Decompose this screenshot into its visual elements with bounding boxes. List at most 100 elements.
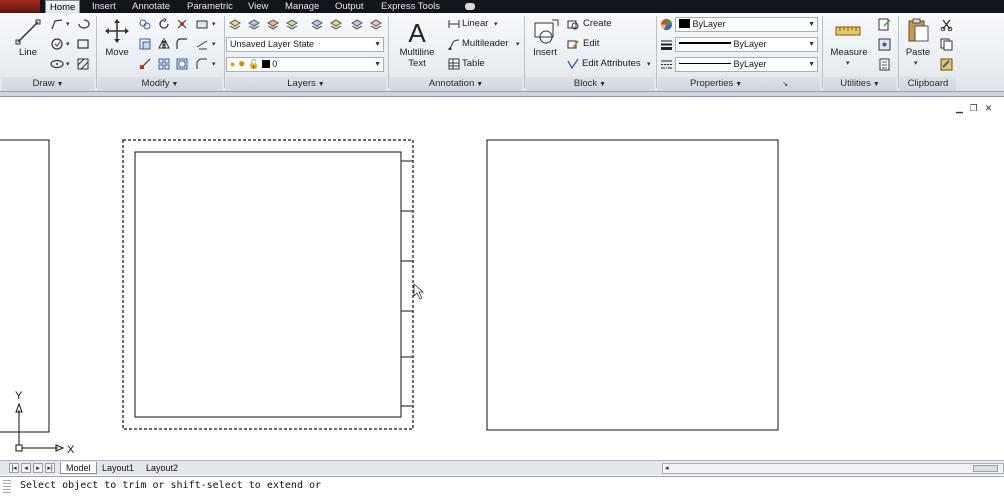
group-label-utilities[interactable]: Utilities ▼: [824, 77, 896, 91]
match-properties-icon[interactable]: [940, 58, 953, 71]
multiline-text-icon[interactable]: A: [402, 17, 432, 47]
group-label-layers[interactable]: Layers ▼: [226, 77, 386, 91]
current-layer-dropdown[interactable]: ● ✹ 🔓 0 ▼: [226, 57, 384, 72]
measure-button-label[interactable]: Measure: [826, 47, 872, 58]
layout-tab-layout1[interactable]: Layout1: [97, 462, 139, 474]
copy-objects-icon[interactable]: [138, 17, 152, 31]
layer-state-dropdown[interactable]: Unsaved Layer State ▼: [226, 37, 384, 52]
first-layout-button[interactable]: |◂: [9, 463, 19, 473]
layer-lock-icon[interactable]: [350, 17, 364, 31]
stretch-icon[interactable]: [138, 37, 152, 51]
layer-freeze-icon[interactable]: [310, 17, 324, 31]
paste-button-label[interactable]: Paste: [900, 47, 936, 58]
calculator-icon[interactable]: [878, 58, 891, 71]
measure-icon[interactable]: [835, 21, 861, 41]
color-wheel-icon[interactable]: [660, 18, 673, 31]
layer-match-icon[interactable]: [266, 17, 280, 31]
drawing-viewport[interactable]: Y X: [0, 98, 1004, 460]
scale-icon[interactable]: [138, 57, 152, 71]
tab-manage[interactable]: Manage: [281, 0, 323, 13]
move-icon[interactable]: [104, 18, 130, 44]
layer-unlock-icon[interactable]: [369, 17, 383, 31]
copy-clip-icon[interactable]: [940, 38, 953, 51]
group-label-block[interactable]: Block ▼: [526, 77, 654, 91]
ellipse-icon[interactable]: [50, 57, 64, 71]
group-label-clipboard[interactable]: Clipboard: [900, 77, 956, 91]
lineweight-dropdown[interactable]: ByLayer ▼: [675, 37, 818, 52]
inner-rectangle: [134, 151, 402, 418]
chamfer-icon[interactable]: [195, 57, 209, 71]
group-label-draw[interactable]: Draw ▼: [2, 77, 94, 91]
line-button-label[interactable]: Line: [12, 47, 44, 58]
tab-view[interactable]: View: [244, 0, 272, 13]
explode-icon[interactable]: [195, 37, 209, 51]
horizontal-scrollbar[interactable]: ◂: [662, 463, 1004, 474]
create-block-button[interactable]: Create: [583, 17, 612, 31]
mirror-icon[interactable]: [157, 37, 171, 51]
tab-home[interactable]: Home: [45, 0, 81, 13]
insert-block-icon[interactable]: [532, 17, 560, 45]
group-label-modify[interactable]: Modify ▼: [98, 77, 222, 91]
edit-attributes-button[interactable]: Edit Attributes: [582, 57, 641, 71]
minimize-ribbon-icon[interactable]: [465, 3, 475, 10]
edit-attributes-icon[interactable]: [567, 58, 579, 70]
selected-rectangle-outer: [122, 139, 414, 430]
command-line[interactable]: Select object to trim or shift-select to…: [0, 476, 1004, 497]
array-icon[interactable]: [157, 57, 171, 71]
minimize-icon[interactable]: ▁: [955, 104, 964, 113]
group-label-properties[interactable]: Properties ▼ ↘: [658, 77, 820, 91]
multiline-text-label[interactable]: Multiline Text: [394, 47, 440, 69]
insert-block-label[interactable]: Insert: [528, 47, 562, 58]
fillet-icon[interactable]: [175, 37, 189, 51]
layer-off-icon[interactable]: [329, 17, 343, 31]
rotate-icon[interactable]: [157, 17, 171, 31]
layout-tab-layout2[interactable]: Layout2: [141, 462, 183, 474]
application-menu-button[interactable]: [0, 0, 40, 13]
rectangle-icon[interactable]: [76, 37, 90, 51]
scrollbar-thumb[interactable]: [973, 465, 998, 472]
line-icon[interactable]: [14, 18, 42, 46]
edit-block-icon[interactable]: [567, 38, 579, 50]
quick-select-icon[interactable]: [878, 18, 891, 31]
paste-icon[interactable]: [906, 17, 930, 43]
tab-express-tools[interactable]: Express Tools: [377, 0, 444, 13]
polyline-icon[interactable]: [50, 17, 64, 31]
linear-dimension-icon[interactable]: [448, 18, 460, 30]
lineweight-icon[interactable]: [660, 38, 673, 51]
tab-annotate[interactable]: Annotate: [128, 0, 174, 13]
color-dropdown[interactable]: ByLayer ▼: [675, 17, 818, 32]
circle-icon[interactable]: [50, 37, 64, 51]
tab-output[interactable]: Output: [331, 0, 368, 13]
multileader-icon[interactable]: [448, 38, 460, 50]
multileader-button[interactable]: Multileader: [462, 37, 508, 51]
layout-tab-model[interactable]: Model: [60, 462, 97, 474]
trim-icon[interactable]: [175, 17, 189, 31]
linetype-dropdown[interactable]: ByLayer ▼: [675, 57, 818, 72]
move-button-label[interactable]: Move: [100, 47, 134, 58]
tab-parametric[interactable]: Parametric: [183, 0, 237, 13]
id-point-icon[interactable]: [878, 38, 891, 51]
erase-icon[interactable]: [195, 17, 209, 31]
linear-dimension-button[interactable]: Linear: [462, 17, 488, 31]
command-line-grip[interactable]: [3, 480, 11, 495]
hatch-icon[interactable]: [76, 57, 90, 71]
close-icon[interactable]: ✕: [984, 104, 993, 113]
tab-insert[interactable]: Insert: [88, 0, 120, 13]
last-layout-button[interactable]: ▸|: [45, 463, 55, 473]
prev-layout-button[interactable]: ◂: [21, 463, 31, 473]
table-icon[interactable]: [448, 58, 460, 70]
layer-properties-icon[interactable]: [228, 17, 242, 31]
edit-block-button[interactable]: Edit: [583, 37, 599, 51]
table-button[interactable]: Table: [462, 57, 485, 71]
layer-isolate-icon[interactable]: [285, 17, 299, 31]
restore-icon[interactable]: ❐: [969, 104, 978, 113]
cut-icon[interactable]: [940, 18, 953, 31]
linetype-icon[interactable]: [660, 58, 673, 71]
layer-previous-icon[interactable]: [247, 17, 261, 31]
drawing-canvas[interactable]: Y X: [0, 98, 1004, 460]
next-layout-button[interactable]: ▸: [33, 463, 43, 473]
offset-icon[interactable]: [175, 57, 189, 71]
create-block-icon[interactable]: [567, 18, 579, 30]
group-label-annotation[interactable]: Annotation ▼: [390, 77, 522, 91]
undo-arc-icon[interactable]: [76, 17, 90, 31]
